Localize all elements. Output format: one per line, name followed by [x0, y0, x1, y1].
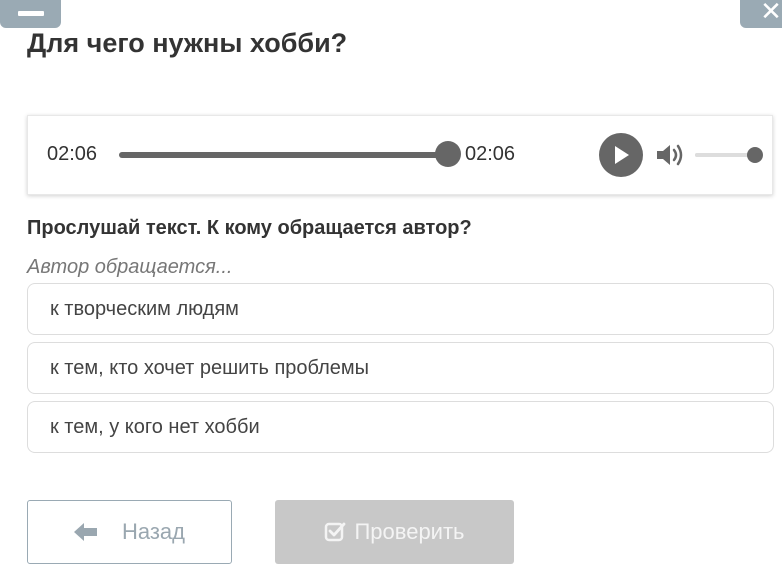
- progress-handle[interactable]: [435, 141, 461, 167]
- audio-player: 02:06 02:06: [27, 115, 773, 195]
- arrow-left-icon: [73, 523, 97, 541]
- progress-bar[interactable]: [119, 152, 449, 158]
- checkbox-check-icon: [325, 522, 346, 542]
- play-icon: [615, 146, 629, 164]
- answer-option[interactable]: к тем, у кого нет хобби: [27, 401, 774, 453]
- back-button[interactable]: Назад: [27, 500, 232, 564]
- answer-prompt: Автор обращается...: [27, 256, 233, 278]
- answer-option[interactable]: к творческим людям: [27, 283, 774, 335]
- current-time: 02:06: [47, 143, 98, 165]
- answer-options: к творческим людям к тем, кто хочет реши…: [27, 283, 774, 460]
- page-title: Для чего нужны хобби?: [27, 28, 348, 58]
- close-icon: ✕: [760, 0, 782, 26]
- minus-icon: [17, 10, 44, 16]
- back-button-label: Назад: [121, 519, 186, 544]
- minimize-button[interactable]: [0, 0, 61, 28]
- exercise-page: ✕ Для чего нужны хобби? 02:06 02:06 Прос…: [0, 0, 782, 573]
- total-time: 02:06: [465, 143, 516, 165]
- question-text: Прослушай текст. К кому обращается автор…: [27, 217, 472, 239]
- speaker-icon[interactable]: [655, 141, 685, 169]
- volume-handle[interactable]: [747, 147, 763, 163]
- check-button-label: Проверить: [354, 519, 465, 544]
- close-button[interactable]: ✕: [740, 0, 782, 28]
- answer-option[interactable]: к тем, кто хочет решить проблемы: [27, 342, 774, 394]
- progress-fill: [119, 152, 449, 158]
- check-button: Проверить: [275, 500, 514, 564]
- play-button[interactable]: [599, 133, 643, 177]
